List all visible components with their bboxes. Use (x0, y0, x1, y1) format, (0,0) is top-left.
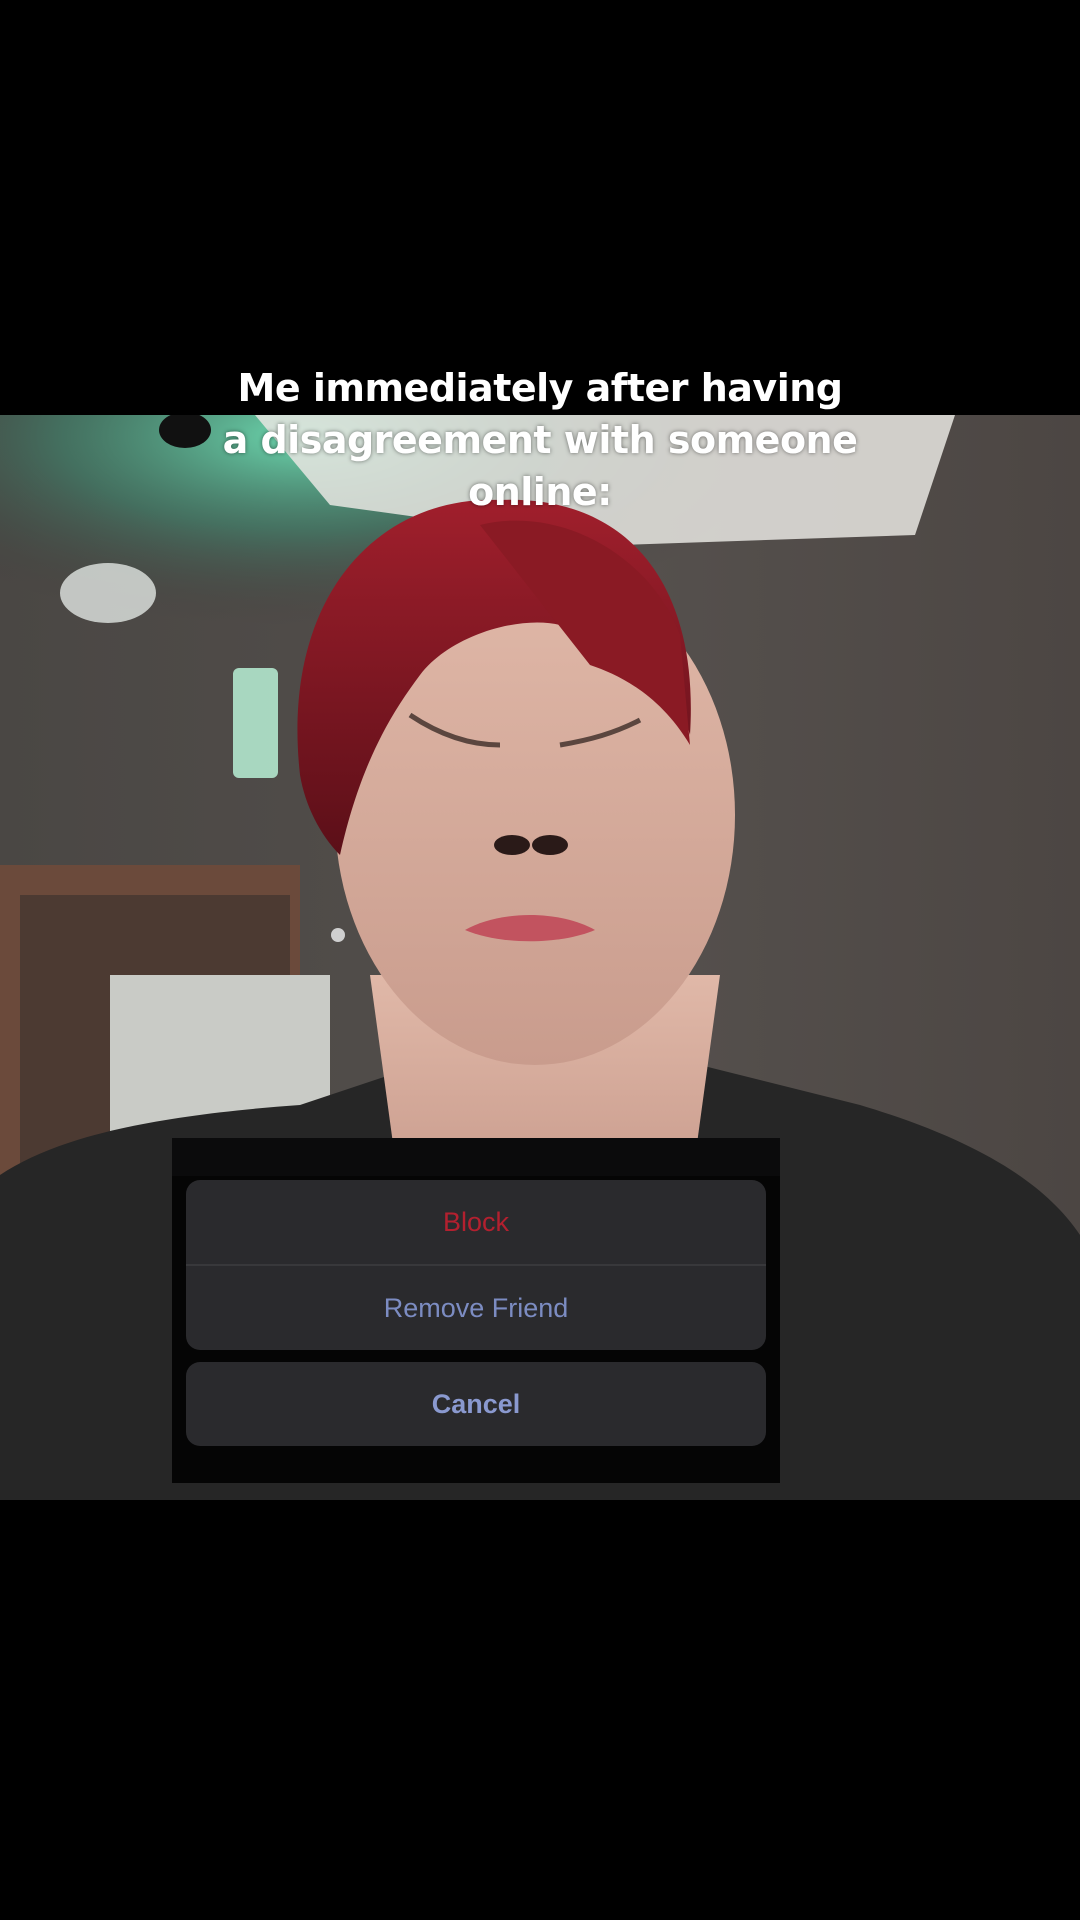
action-sheet-options: Block Remove Friend (186, 1180, 766, 1350)
cancel-button[interactable]: Cancel (186, 1362, 766, 1446)
remove-friend-button[interactable]: Remove Friend (186, 1266, 766, 1350)
action-sheet-cancel-group: Cancel (186, 1362, 766, 1446)
action-sheet-header (172, 1138, 780, 1176)
caption-line-3: online: (468, 470, 612, 514)
meme-caption: Me immediately after having a disagreeme… (0, 362, 1080, 518)
block-button[interactable]: Block (186, 1180, 766, 1264)
action-sheet: Block Remove Friend Cancel (172, 1138, 780, 1483)
caption-line-2: a disagreement with someone (222, 418, 858, 462)
caption-line-1: Me immediately after having (237, 366, 843, 410)
